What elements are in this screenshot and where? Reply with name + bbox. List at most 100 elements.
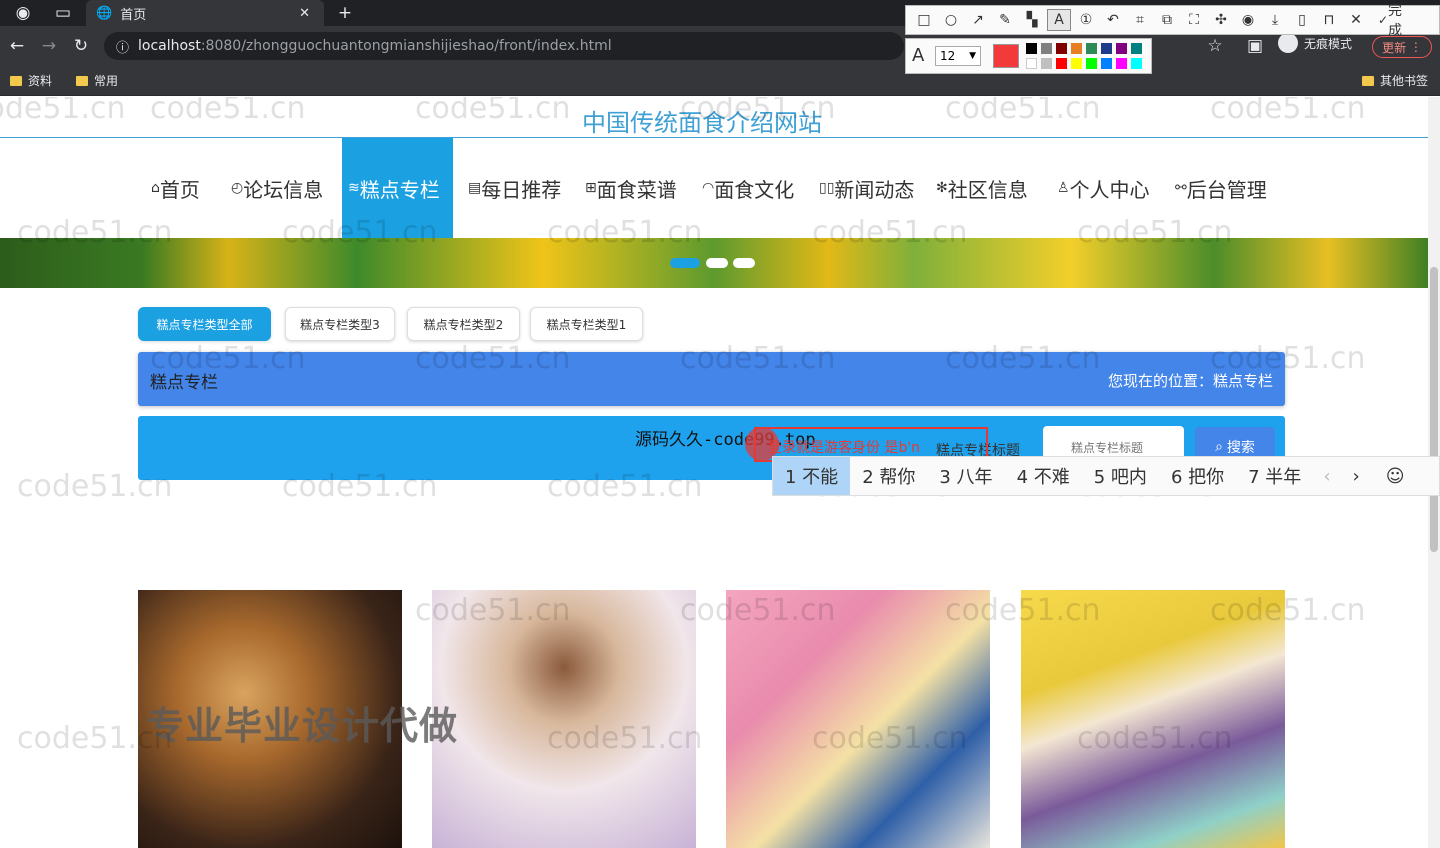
nav-daily[interactable]: ▤ 每日推荐 <box>462 138 567 238</box>
color-swatch[interactable] <box>1131 43 1142 54</box>
ime-candidate[interactable]: 2 帮你 <box>850 457 927 495</box>
color-swatch[interactable] <box>1101 58 1112 69</box>
nav-pastry[interactable]: ≋ 糕点专栏 <box>342 138 453 238</box>
bookmark-folder-changyong[interactable]: 常用 <box>76 72 118 89</box>
selected-color-swatch[interactable] <box>993 44 1019 68</box>
arrow-icon[interactable]: ↗ <box>966 9 990 31</box>
color-swatch[interactable] <box>1026 43 1037 54</box>
back-icon[interactable]: ← <box>4 33 30 59</box>
overlay-ad-text: 专业毕业设计代做 <box>146 704 459 748</box>
gauge-icon: ◠ <box>702 180 715 196</box>
url-text: localhost:8080/zhongguochuantongmianshij… <box>138 38 612 54</box>
filter-type-3[interactable]: 糕点专栏类型3 <box>285 307 395 341</box>
carousel-dot[interactable] <box>733 258 755 268</box>
reload-icon[interactable]: ↻ <box>68 33 94 59</box>
ime-candidate-bar: 1 不能 2 帮你 3 八年 4 不难 5 吧内 6 把你 7 半年 ‹ › ☺ <box>772 456 1440 496</box>
info-icon[interactable]: ⓘ <box>116 37 129 56</box>
ellipse-icon[interactable]: ○ <box>939 9 963 31</box>
ime-candidate[interactable]: 3 八年 <box>927 457 1004 495</box>
filter-type-2[interactable]: 糕点专栏类型2 <box>407 307 520 341</box>
carousel-dot-active[interactable] <box>670 258 700 268</box>
nav-culture[interactable]: ◠ 面食文化 <box>696 138 800 238</box>
color-swatch[interactable] <box>1056 43 1067 54</box>
carousel-dot[interactable] <box>706 258 728 268</box>
record-icon[interactable]: ◉ <box>1236 9 1260 31</box>
color-swatch[interactable] <box>1131 58 1142 69</box>
color-swatch[interactable] <box>1116 43 1127 54</box>
filter-all[interactable]: 糕点专栏类型全部 <box>138 307 271 341</box>
product-card-cake[interactable] <box>726 590 990 848</box>
number-icon[interactable]: ① <box>1074 9 1098 31</box>
undo-icon[interactable]: ↶ <box>1101 9 1125 31</box>
color-swatch[interactable] <box>1041 58 1052 69</box>
address-bar[interactable]: ⓘ localhost:8080/zhongguochuantongmiansh… <box>104 32 904 60</box>
nav-profile[interactable]: ♙ 个人中心 <box>1051 138 1156 238</box>
nav-news[interactable]: ▯▯ 新闻动态 <box>813 138 920 238</box>
bookmark-icon[interactable]: ⊓ <box>1317 9 1341 31</box>
ime-candidate[interactable]: 6 把你 <box>1159 457 1236 495</box>
nav-admin[interactable]: ⚯ 后台管理 <box>1169 138 1273 238</box>
nav-home[interactable]: ⌂ 首页 <box>145 138 206 238</box>
incognito-badge[interactable]: 无痕模式 <box>1278 33 1352 53</box>
bookmarks-bar <box>0 66 1440 96</box>
ime-prev-icon[interactable]: ‹ <box>1323 466 1330 487</box>
color-swatch[interactable] <box>1041 43 1052 54</box>
emoji-icon[interactable]: ☺ <box>1386 466 1405 487</box>
layers-icon: ≋ <box>348 180 360 196</box>
browser-logo-icon[interactable]: ◉ <box>10 0 36 26</box>
grid-icon: ⊞ <box>585 180 597 196</box>
window-icon[interactable]: ▣ <box>1242 33 1268 59</box>
scan-icon[interactable]: ⛶ <box>1182 9 1206 31</box>
calendar-icon: ▤ <box>468 180 482 196</box>
site-title: 中国传统面食介绍网站 <box>582 109 822 137</box>
color-swatch[interactable] <box>1086 43 1097 54</box>
bookmark-star-icon[interactable]: ☆ <box>1202 33 1228 59</box>
tab-title: 首页 <box>120 7 147 23</box>
ime-candidate[interactable]: 7 半年 <box>1236 457 1313 495</box>
active-tab[interactable]: 🌐 首页 ✕ <box>86 0 324 26</box>
mosaic-icon[interactable]: ▚ <box>1020 9 1044 31</box>
font-size-select[interactable]: 12 ▼ <box>935 46 981 66</box>
product-card-macarons[interactable] <box>432 590 696 848</box>
tab-group-icon[interactable]: ▭ <box>50 0 76 26</box>
color-swatch[interactable] <box>1026 58 1037 69</box>
clock-icon: ◴ <box>231 180 244 196</box>
other-bookmarks[interactable]: 其他书签 <box>1362 72 1428 89</box>
nav-community[interactable]: ✻ 社区信息 <box>930 138 1034 238</box>
ime-candidate[interactable]: 5 吧内 <box>1082 457 1159 495</box>
color-swatch[interactable] <box>1116 58 1127 69</box>
download-icon[interactable]: ⤓ <box>1263 9 1287 31</box>
mobile-icon[interactable]: ▯ <box>1290 9 1314 31</box>
confirm-button[interactable]: ✓ 完成 <box>1371 3 1419 39</box>
color-swatch[interactable] <box>1086 58 1097 69</box>
color-swatch[interactable] <box>1056 58 1067 69</box>
home-icon: ⌂ <box>151 180 160 196</box>
ime-candidate[interactable]: 4 不难 <box>1005 457 1082 495</box>
color-swatch[interactable] <box>1101 43 1112 54</box>
color-swatch[interactable] <box>1071 58 1082 69</box>
ime-candidate[interactable]: 1 不能 <box>773 457 851 495</box>
text-style-panel: A 12 ▼ <box>905 38 1152 74</box>
bookmark-folder-ziliao[interactable]: 资料 <box>10 72 52 89</box>
ime-next-icon[interactable]: › <box>1353 466 1360 487</box>
text-icon[interactable]: A <box>1047 9 1071 31</box>
current-location: 您现在的位置：糕点专栏 <box>1107 372 1273 390</box>
pin-icon[interactable]: ✣ <box>1209 9 1233 31</box>
cancel-icon[interactable]: ✕ <box>1344 9 1368 31</box>
close-tab-icon[interactable]: ✕ <box>299 6 310 21</box>
pen-icon[interactable]: ✎ <box>993 9 1017 31</box>
globe-icon: 🌐 <box>96 5 113 21</box>
translate-icon[interactable]: ⧉ <box>1155 9 1179 31</box>
filter-type-1[interactable]: 糕点专栏类型1 <box>530 307 643 341</box>
folder-icon <box>1362 75 1374 86</box>
folder-icon <box>76 75 88 86</box>
forward-icon[interactable]: → <box>36 33 62 59</box>
new-tab-icon[interactable]: + <box>332 0 358 26</box>
color-swatch[interactable] <box>1071 43 1082 54</box>
product-card-rolls[interactable] <box>1021 590 1285 848</box>
nav-recipes[interactable]: ⊞ 面食菜谱 <box>579 138 683 238</box>
nav-forum[interactable]: ◴ 论坛信息 <box>225 138 329 238</box>
rectangle-icon[interactable]: □ <box>912 9 936 31</box>
crop-icon[interactable]: ⌗ <box>1128 9 1152 31</box>
scrollbar-thumb[interactable] <box>1430 267 1438 552</box>
